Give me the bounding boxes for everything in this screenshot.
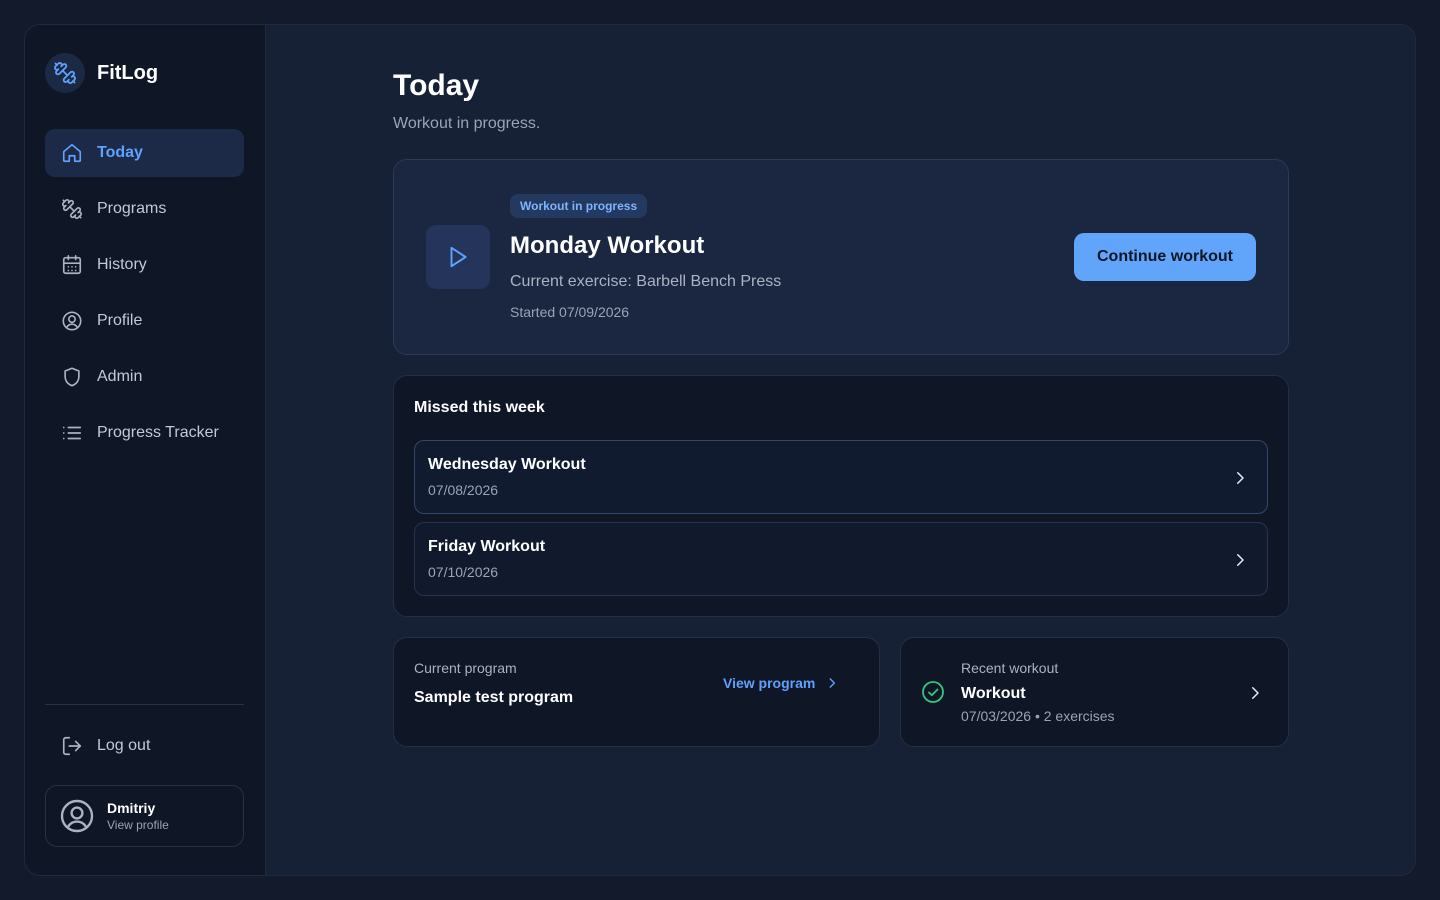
- missed-workout-name: Friday Workout: [428, 538, 546, 555]
- chevron-right-icon: [1252, 687, 1259, 699]
- logout-button[interactable]: Log out: [45, 722, 244, 770]
- missed-workout-item[interactable]: Friday Workout 07/10/2026: [414, 522, 1268, 596]
- sidebar-item-profile[interactable]: Profile: [45, 297, 244, 345]
- missed-workout-item[interactable]: Wednesday Workout 07/08/2026: [414, 440, 1268, 514]
- user-profile-card[interactable]: Dmitriy View profile: [45, 785, 244, 847]
- main-content: Today Workout in progress. Workout in pr…: [266, 25, 1415, 875]
- sidebar-item-admin[interactable]: Admin: [45, 353, 244, 401]
- logout-label: Log out: [97, 737, 151, 754]
- calendar-icon: [62, 255, 82, 275]
- chevron-right-icon: [1237, 554, 1244, 566]
- check-circle-icon: [922, 681, 944, 703]
- view-profile-link[interactable]: View profile: [107, 818, 169, 832]
- recent-workout-label: Recent workout: [961, 660, 1059, 676]
- sidebar-nav: Today Programs History Profile Admin Pro…: [45, 129, 244, 465]
- section-title: Missed this week: [414, 399, 545, 416]
- chevron-right-icon: [1237, 472, 1244, 484]
- sidebar-item-label: Today: [97, 144, 143, 161]
- status-badge: Workout in progress: [510, 194, 648, 218]
- recent-workout-card[interactable]: Recent workout Workout 07/03/2026 • 2 ex…: [900, 637, 1289, 747]
- sidebar: FitLog Today Programs History Profile Ad…: [25, 25, 266, 875]
- list-icon: [62, 426, 82, 440]
- missed-this-week-section: Missed this week Wednesday Workout 07/08…: [393, 375, 1289, 617]
- workout-in-progress-card: Workout in progress Monday Workout Curre…: [393, 159, 1289, 355]
- current-exercise: Current exercise: Barbell Bench Press: [510, 273, 782, 290]
- sidebar-item-label: Profile: [97, 312, 143, 329]
- recent-workout-meta: 07/03/2026 • 2 exercises: [961, 708, 1115, 724]
- sidebar-item-label: Admin: [97, 368, 143, 385]
- sidebar-item-label: Progress Tracker: [97, 424, 219, 441]
- dumbbell-icon: [62, 199, 82, 220]
- avatar: [60, 799, 94, 833]
- brand[interactable]: FitLog: [45, 53, 158, 93]
- missed-workout-date: 07/08/2026: [428, 482, 499, 498]
- sidebar-item-progress-tracker[interactable]: Progress Tracker: [45, 409, 244, 457]
- logout-area: Log out: [45, 722, 244, 778]
- current-program-card: Current program Sample test program View…: [393, 637, 880, 747]
- sidebar-item-label: Programs: [97, 200, 167, 217]
- view-program-label: View program: [723, 675, 816, 691]
- started-date: Started 07/09/2026: [510, 304, 630, 320]
- chevron-right-icon: [829, 678, 836, 688]
- user-circle-icon: [62, 311, 82, 331]
- shield-icon: [64, 367, 80, 387]
- continue-workout-button[interactable]: Continue workout: [1074, 233, 1256, 281]
- missed-workout-date: 07/10/2026: [428, 564, 499, 580]
- current-program-label: Current program: [414, 660, 517, 676]
- sidebar-item-history[interactable]: History: [45, 241, 244, 289]
- logout-icon: [62, 736, 82, 756]
- program-name: Sample test program: [414, 689, 574, 706]
- user-name: Dmitriy: [107, 800, 156, 816]
- page-title: Today: [393, 69, 480, 102]
- brand-name: FitLog: [97, 61, 159, 84]
- sidebar-item-label: History: [97, 256, 147, 273]
- sidebar-divider: [45, 704, 244, 705]
- dumbbell-icon: [45, 53, 85, 93]
- page-subtitle: Workout in progress.: [393, 115, 541, 132]
- view-program-link[interactable]: View program: [723, 675, 839, 691]
- home-icon: [62, 143, 82, 163]
- workout-title: Monday Workout: [510, 232, 705, 259]
- sidebar-item-today[interactable]: Today: [45, 129, 244, 177]
- user-info: Dmitriy View profile: [107, 800, 169, 832]
- app-window: FitLog Today Programs History Profile Ad…: [24, 24, 1416, 876]
- sidebar-item-programs[interactable]: Programs: [45, 185, 244, 233]
- play-icon: [426, 225, 490, 289]
- recent-workout-name: Workout: [961, 685, 1026, 702]
- missed-workout-name: Wednesday Workout: [428, 456, 586, 473]
